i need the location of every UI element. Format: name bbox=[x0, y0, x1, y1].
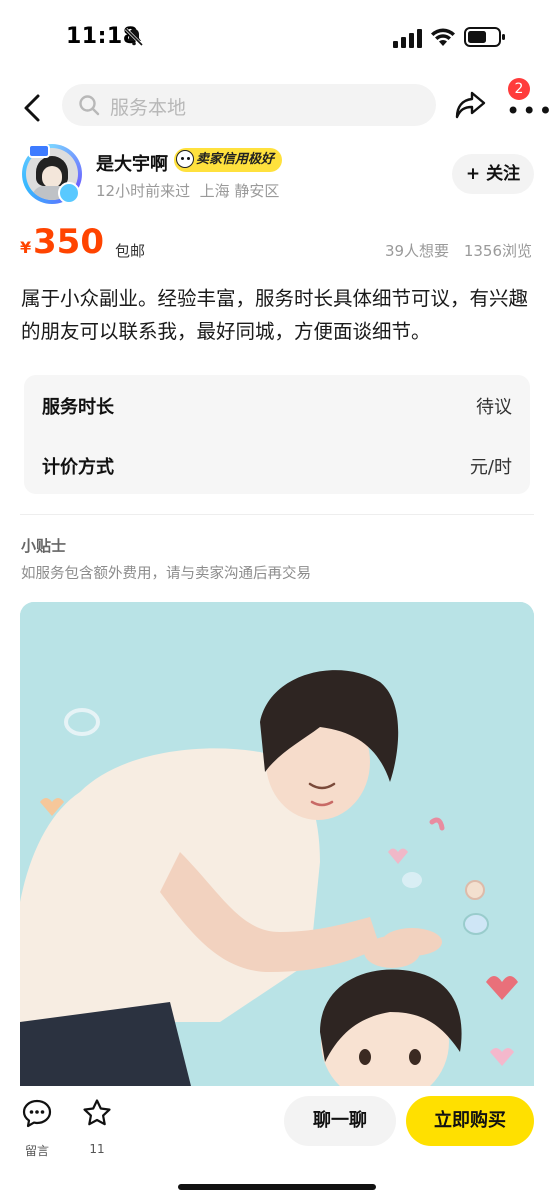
info-value: 待议 bbox=[476, 397, 512, 418]
service-info-card: 服务时长 待议 计价方式 元/时 bbox=[24, 375, 530, 494]
price-currency: ¥ bbox=[20, 238, 32, 257]
notification-badge: 2 bbox=[508, 78, 530, 100]
tips-title: 小贴士 bbox=[21, 537, 67, 555]
seller-row: 是大宇啊 卖家信用极好 12小时前来过 上海 静安区 + 关注 bbox=[0, 140, 554, 210]
info-row-pricing: 计价方式 元/时 bbox=[42, 453, 512, 483]
comment-icon bbox=[22, 1099, 52, 1128]
favorite-count: 11 bbox=[89, 1142, 105, 1156]
wifi-icon bbox=[431, 28, 455, 46]
search-icon bbox=[79, 95, 100, 116]
price-amount: 350 bbox=[33, 222, 104, 262]
views-count: 1356浏览 bbox=[463, 242, 532, 260]
status-bar: 11:18 bbox=[0, 0, 554, 76]
credit-badge: 卖家信用极好 bbox=[174, 148, 283, 172]
favorite-tab[interactable]: 11 bbox=[80, 1098, 114, 1158]
credit-label: 卖家信用极好 bbox=[196, 152, 275, 167]
back-arrow-icon[interactable] bbox=[18, 92, 46, 124]
divider bbox=[20, 514, 534, 515]
seller-meta: 12小时前来过 上海 静安区 bbox=[96, 182, 280, 200]
bottom-action-bar: 留言 11 聊一聊 立即购买 bbox=[0, 1086, 554, 1200]
message-tab[interactable]: 留言 bbox=[20, 1098, 54, 1158]
chat-button[interactable]: 聊一聊 bbox=[284, 1096, 396, 1146]
seller-name[interactable]: 是大宇啊 bbox=[96, 150, 168, 176]
search-placeholder: 服务本地 bbox=[110, 97, 187, 119]
info-label: 服务时长 bbox=[42, 397, 114, 418]
info-value: 元/时 bbox=[469, 457, 512, 478]
info-label: 计价方式 bbox=[42, 457, 114, 478]
mascot-icon bbox=[58, 182, 80, 204]
info-row-duration: 服务时长 待议 bbox=[42, 393, 512, 423]
message-label: 留言 bbox=[24, 1144, 49, 1158]
more-icon: ••• bbox=[506, 97, 554, 125]
cellular-signal-icon bbox=[393, 29, 422, 48]
price-row: ¥ 350 包邮 39人想要 1356浏览 bbox=[0, 222, 554, 272]
buy-now-button[interactable]: 立即购买 bbox=[406, 1096, 534, 1146]
bell-off-icon bbox=[124, 27, 144, 47]
tips-text: 如服务包含额外费用，请与卖家沟通后再交易 bbox=[21, 566, 311, 582]
search-input[interactable]: 服务本地 bbox=[62, 84, 436, 126]
star-icon bbox=[83, 1099, 111, 1126]
item-image[interactable] bbox=[20, 602, 534, 1102]
home-indicator[interactable] bbox=[178, 1184, 376, 1190]
item-stats: 39人想要 1356浏览 bbox=[375, 240, 532, 261]
share-icon[interactable] bbox=[454, 90, 486, 120]
item-description: 属于小众副业。经验丰富，服务时长具体细节可议，有兴趣的朋友可以联系我，最好同城，… bbox=[21, 287, 529, 343]
smile-face-icon bbox=[176, 150, 194, 168]
battery-icon bbox=[464, 27, 505, 47]
follow-button[interactable]: + 关注 bbox=[452, 154, 534, 194]
avatar-tag-icon bbox=[28, 144, 50, 158]
illustration bbox=[20, 602, 534, 1102]
wants-count: 39人想要 bbox=[384, 242, 450, 260]
shipping-label: 包邮 bbox=[115, 242, 146, 260]
nav-bar: 服务本地 ••• bbox=[0, 76, 554, 136]
